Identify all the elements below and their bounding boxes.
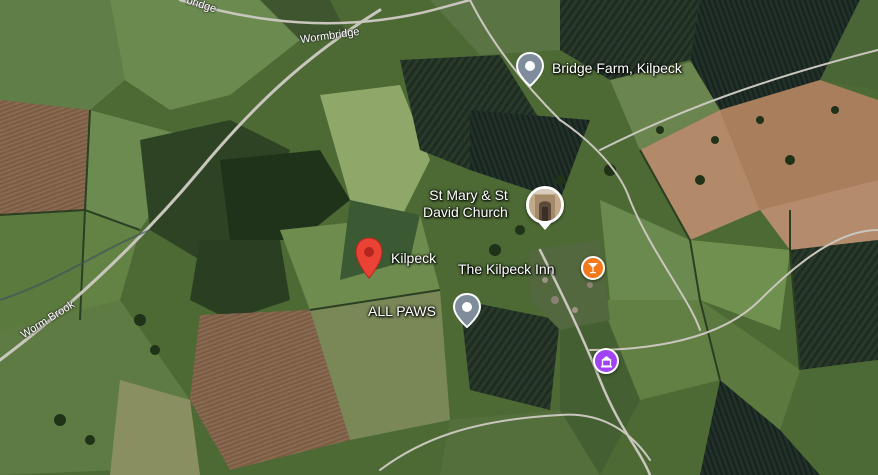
red-location-pin-icon: [355, 237, 383, 279]
satellite-imagery: [0, 0, 878, 475]
place-label-kilpeck[interactable]: Kilpeck: [391, 250, 436, 267]
place-label-kilpeck-inn[interactable]: The Kilpeck Inn: [458, 261, 555, 278]
red-location-pin[interactable]: [355, 237, 383, 284]
church-photo-icon: [529, 189, 561, 221]
place-label-all-paws[interactable]: ALL PAWS: [368, 303, 436, 320]
landmark-marker[interactable]: [593, 348, 619, 374]
satellite-map[interactable]: bridge Wormbridge Worm Brook Bridge Farm…: [0, 0, 878, 475]
place-pin-all-paws[interactable]: [452, 292, 482, 334]
kilpeck-inn-marker[interactable]: [581, 256, 605, 280]
landmark-icon: [600, 355, 612, 367]
place-label-church[interactable]: St Mary & St David Church: [423, 187, 508, 221]
church-label-line2: David Church: [423, 204, 508, 220]
place-pin-icon: [515, 51, 545, 88]
cocktail-glass-icon: [588, 263, 598, 274]
place-pin-bridge-farm[interactable]: [515, 51, 545, 93]
thumbnail-pointer: [538, 222, 552, 230]
church-photo-thumbnail[interactable]: [526, 186, 564, 224]
church-label-line1: St Mary & St: [429, 187, 508, 203]
place-pin-icon: [452, 292, 482, 329]
place-label-bridge-farm[interactable]: Bridge Farm, Kilpeck: [552, 60, 682, 77]
